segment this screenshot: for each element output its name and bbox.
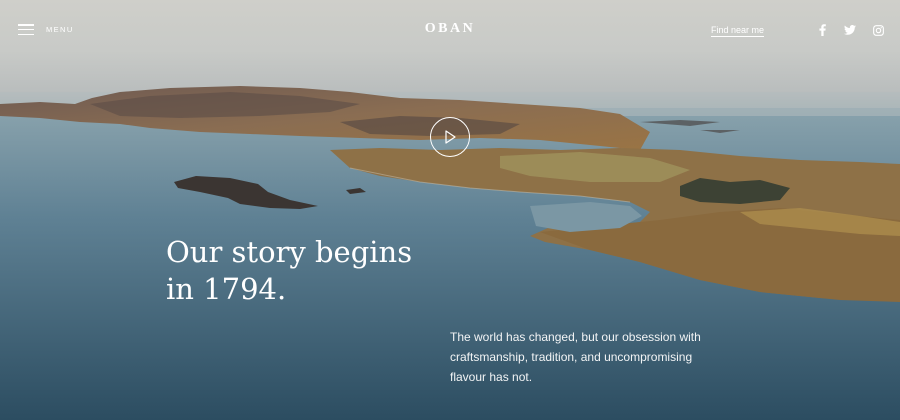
find-near-me-link[interactable]: Find near me bbox=[711, 25, 765, 37]
hero-headline-line1: Our story begins bbox=[166, 235, 413, 269]
menu-button[interactable]: MENU bbox=[18, 24, 74, 35]
facebook-icon[interactable] bbox=[816, 24, 828, 36]
play-video-button[interactable] bbox=[430, 117, 470, 157]
menu-label: MENU bbox=[46, 25, 74, 34]
brand-logo[interactable]: OBAN bbox=[425, 21, 475, 37]
hero-description: The world has changed, but our obsession… bbox=[450, 330, 701, 384]
hamburger-icon bbox=[18, 24, 34, 35]
hero-section: MENU OBAN Find near me Our story begins … bbox=[0, 0, 900, 420]
hero-headline: Our story begins in 1794. bbox=[166, 234, 446, 308]
hero-headline-line2: in 1794. bbox=[166, 272, 287, 306]
play-icon bbox=[445, 130, 456, 144]
instagram-icon[interactable] bbox=[872, 24, 884, 36]
twitter-icon[interactable] bbox=[844, 24, 856, 36]
